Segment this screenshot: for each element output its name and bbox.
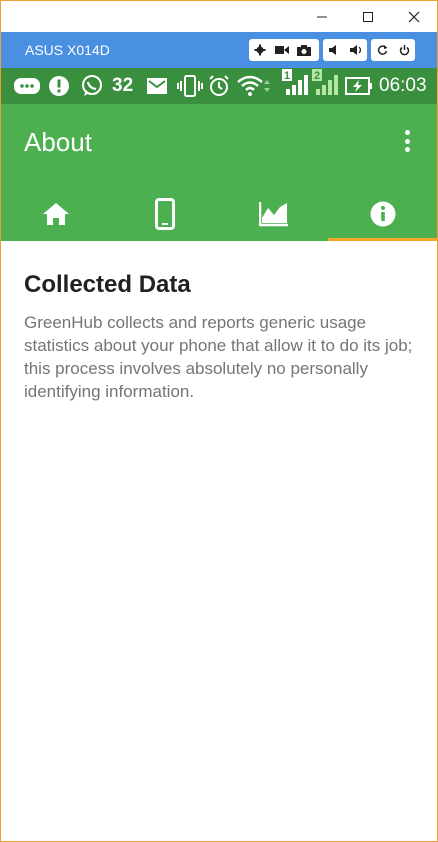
alert-icon: [48, 75, 70, 97]
close-button[interactable]: [391, 1, 437, 32]
volume-down-button[interactable]: [323, 39, 345, 61]
sim1-label: 1: [284, 70, 290, 82]
vibrate-icon: [177, 75, 203, 97]
emulator-toolbar: ASUS X014D: [1, 32, 437, 68]
emulator-tools-group: [249, 39, 319, 61]
sim1-signal-icon: 1: [282, 69, 310, 95]
overflow-dot: [404, 130, 410, 135]
section-body: GreenHub collects and reports generic us…: [24, 313, 413, 401]
whatsapp-icon: [81, 75, 103, 97]
device-controls-group: [371, 39, 415, 61]
chart-icon: [258, 201, 288, 226]
app-bar: About: [1, 104, 437, 241]
maximize-icon: [363, 11, 373, 22]
gear-icon: [254, 44, 266, 56]
sim2-label: 2: [314, 70, 320, 82]
volume-group: [323, 39, 367, 61]
info-icon: [370, 201, 395, 226]
close-icon: [408, 11, 420, 22]
message-notification-icon: [14, 75, 40, 97]
maximize-button[interactable]: [345, 1, 391, 32]
device-name: ASUS X014D: [25, 42, 110, 58]
screenshot-button[interactable]: [293, 39, 315, 61]
app-window: ASUS X014D 32 1 2 06:03 About Collected …: [0, 0, 438, 842]
camera-icon: [297, 44, 311, 56]
alarm-icon: [208, 75, 230, 97]
mail-icon: [147, 75, 167, 97]
tab-device[interactable]: [110, 186, 219, 241]
section-heading: Collected Data: [24, 271, 191, 298]
tab-home[interactable]: [1, 186, 110, 241]
selected-tab-indicator: [328, 238, 437, 241]
video-camera-icon: [275, 46, 289, 54]
volume-up-button[interactable]: [345, 39, 367, 61]
settings-button[interactable]: [249, 39, 271, 61]
overflow-dot: [404, 138, 410, 144]
notification-count: 32: [112, 75, 134, 96]
volume-down-icon: [329, 45, 336, 55]
home-icon: [42, 202, 69, 225]
power-icon: [399, 44, 409, 55]
wifi-icon: [237, 75, 271, 97]
overflow-dot: [404, 147, 410, 152]
minimize-button[interactable]: [299, 1, 345, 32]
sim2-signal-icon: 2: [312, 69, 340, 95]
about-content: Collected Data GreenHub collects and rep…: [24, 271, 414, 403]
battery-charging-icon: [345, 75, 373, 97]
window-title-bar: [1, 1, 437, 32]
page-title: About: [24, 127, 92, 157]
minimize-icon: [317, 16, 327, 17]
rotate-button[interactable]: [371, 39, 393, 61]
record-video-button[interactable]: [271, 39, 293, 61]
tab-about[interactable]: [328, 186, 437, 241]
tab-statistics[interactable]: [219, 186, 328, 241]
android-status-bar: 32 1 2 06:03: [1, 68, 437, 104]
power-button[interactable]: [393, 39, 415, 61]
status-time: 06:03: [379, 75, 427, 96]
overflow-menu-button[interactable]: [397, 126, 417, 156]
phone-icon: [154, 197, 175, 230]
rotate-icon: [377, 44, 387, 55]
volume-up-icon: [349, 45, 361, 55]
